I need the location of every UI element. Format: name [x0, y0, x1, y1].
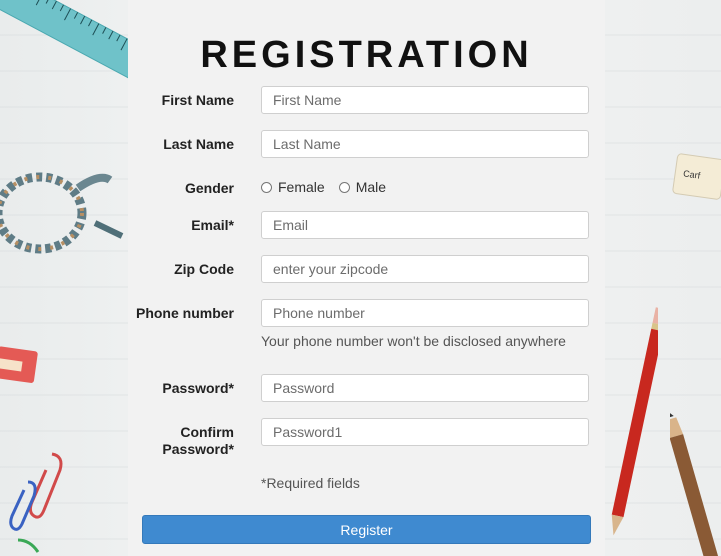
gender-radio-group: Female Male	[261, 178, 400, 196]
confirm-password-field[interactable]	[261, 418, 589, 446]
email-field[interactable]	[261, 211, 589, 239]
paper-clips-decoration	[9, 452, 63, 553]
gender-female-label: Female	[278, 179, 325, 195]
eraser-decoration	[0, 346, 38, 383]
registration-panel: REGISTRATION First Name Last Name Gender…	[128, 0, 605, 556]
phone-label: Phone number	[135, 305, 234, 321]
phone-hint: Your phone number won't be disclosed any…	[261, 333, 566, 349]
last-name-field[interactable]	[261, 130, 589, 158]
zip-code-field[interactable]	[261, 255, 589, 283]
glasses-decoration	[0, 172, 124, 254]
eraser-small-decoration: Carf	[672, 153, 721, 200]
gender-option-male[interactable]: Male	[338, 179, 387, 195]
gender-option-female[interactable]: Female	[261, 179, 325, 195]
confirm-password-label-line2: Password*	[162, 441, 234, 457]
last-name-label: Last Name	[163, 136, 234, 152]
confirm-password-label-line1: Confirm	[180, 424, 234, 440]
first-name-label: First Name	[161, 92, 234, 108]
pen-decoration	[670, 412, 719, 556]
register-button[interactable]: Register	[142, 515, 591, 544]
ruler-decoration	[0, 0, 135, 80]
zip-code-label: Zip Code	[174, 261, 234, 277]
confirm-password-label: Confirm Password*	[114, 424, 234, 458]
password-field[interactable]	[261, 374, 589, 402]
gender-label: Gender	[184, 180, 234, 196]
password-label: Password*	[162, 380, 234, 396]
required-fields-note: *Required fields	[261, 475, 360, 491]
first-name-field[interactable]	[261, 86, 589, 114]
pencil-decoration	[611, 307, 658, 536]
gender-female-radio[interactable]	[261, 181, 272, 193]
phone-field[interactable]	[261, 299, 589, 327]
page-title: REGISTRATION	[200, 34, 533, 76]
email-label: Email*	[191, 217, 234, 233]
gender-male-radio[interactable]	[338, 181, 350, 193]
gender-male-label: Male	[355, 179, 387, 195]
